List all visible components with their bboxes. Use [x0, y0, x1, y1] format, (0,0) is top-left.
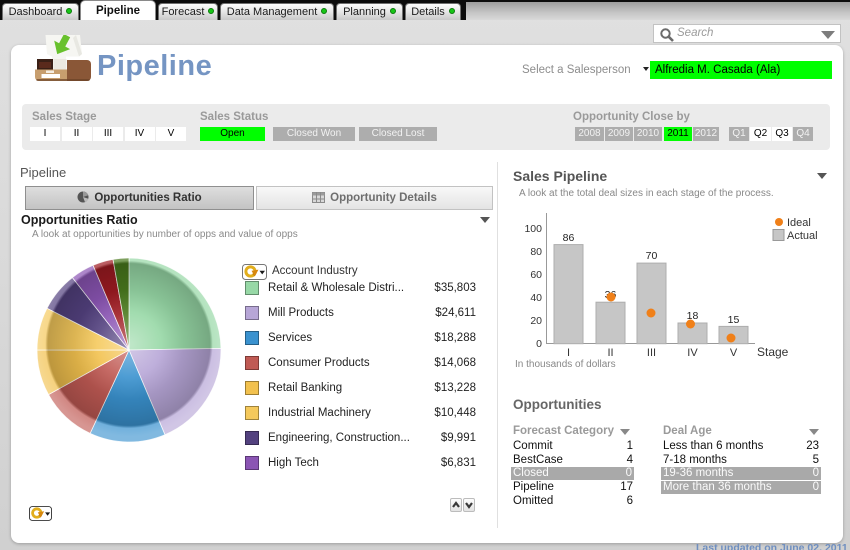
- svg-text:Actual: Actual: [787, 230, 818, 242]
- svg-text:86: 86: [563, 232, 575, 244]
- svg-text:In thousands of dollars: In thousands of dollars: [515, 359, 616, 370]
- svg-text:Stage: Stage: [757, 345, 789, 359]
- svg-text:20: 20: [530, 315, 542, 327]
- svg-text:I: I: [567, 347, 570, 359]
- svg-text:70: 70: [646, 250, 658, 262]
- svg-text:80: 80: [530, 246, 542, 258]
- svg-text:Ideal: Ideal: [787, 217, 811, 229]
- svg-text:III: III: [647, 347, 656, 359]
- svg-text:100: 100: [524, 223, 542, 235]
- svg-text:V: V: [730, 347, 738, 359]
- svg-text:60: 60: [530, 269, 542, 281]
- svg-text:40: 40: [530, 292, 542, 304]
- svg-text:0: 0: [536, 338, 542, 350]
- svg-text:II: II: [607, 347, 613, 359]
- svg-text:IV: IV: [687, 347, 698, 359]
- svg-text:15: 15: [728, 314, 740, 326]
